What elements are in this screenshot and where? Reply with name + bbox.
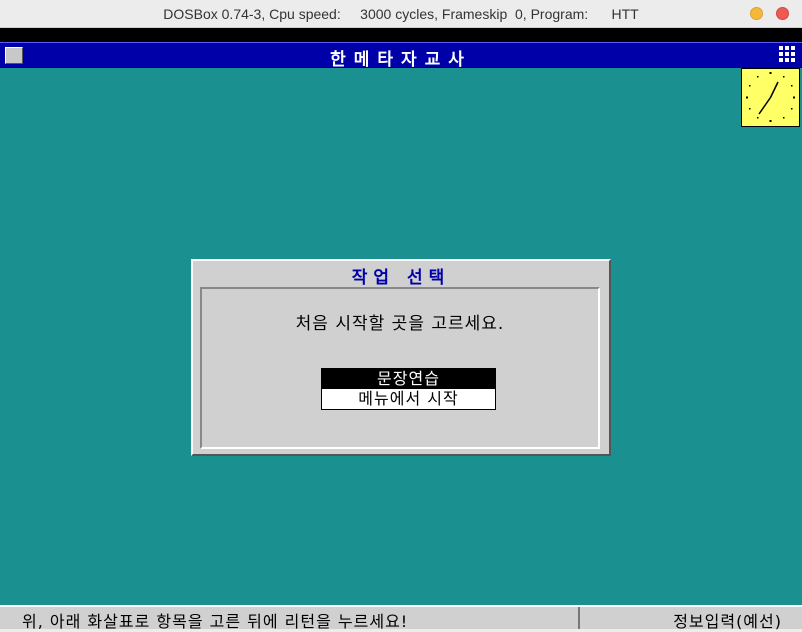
status-hint: 위, 아래 화살표로 항목을 고른 뒤에 리턴을 누르세요! [22, 612, 409, 631]
dialog-title: 작업 선택 [351, 268, 451, 288]
option-list: 문장연습 메뉴에서 시작 [321, 368, 496, 410]
option-start-from-menu[interactable]: 메뉴에서 시작 [322, 389, 495, 409]
status-hint-panel: 위, 아래 화살표로 항목을 고른 뒤에 리턴을 누르세요! [0, 607, 580, 631]
work-select-dialog: 작업 선택 처음 시작할 곳을 고르세요. 문장연습 메뉴에서 시작 [191, 259, 611, 456]
app-title: 한메타자교사 [330, 50, 472, 70]
dosbox-title-bar: DOSBox 0.74-3, Cpu speed: 3000 cycles, F… [0, 0, 802, 28]
grid-menu-icon[interactable] [779, 46, 797, 64]
analog-clock-icon [741, 68, 800, 127]
dialog-body: 처음 시작할 곳을 고르세요. 문장연습 메뉴에서 시작 [200, 287, 600, 449]
dialog-message: 처음 시작할 곳을 고르세요. [295, 314, 505, 334]
window-title: DOSBox 0.74-3, Cpu speed: 3000 cycles, F… [163, 6, 639, 22]
option-sentence-practice[interactable]: 문장연습 [322, 369, 495, 389]
status-bar: 위, 아래 화살표로 항목을 고른 뒤에 리턴을 누르세요! 정보입력(예선) [0, 605, 802, 631]
status-mode-panel: 정보입력(예선) [582, 607, 802, 631]
close-button[interactable] [776, 7, 789, 20]
status-mode: 정보입력(예선) [673, 612, 782, 631]
minimize-button[interactable] [750, 7, 763, 20]
dos-screen: 한메타자교사 작업 선택 처음 시작할 곳을 고르세요. 문장연습 메뉴에서 시… [0, 28, 802, 631]
app-title-bar: 한메타자교사 [0, 42, 802, 70]
desktop: 작업 선택 처음 시작할 곳을 고르세요. 문장연습 메뉴에서 시작 [0, 68, 802, 605]
